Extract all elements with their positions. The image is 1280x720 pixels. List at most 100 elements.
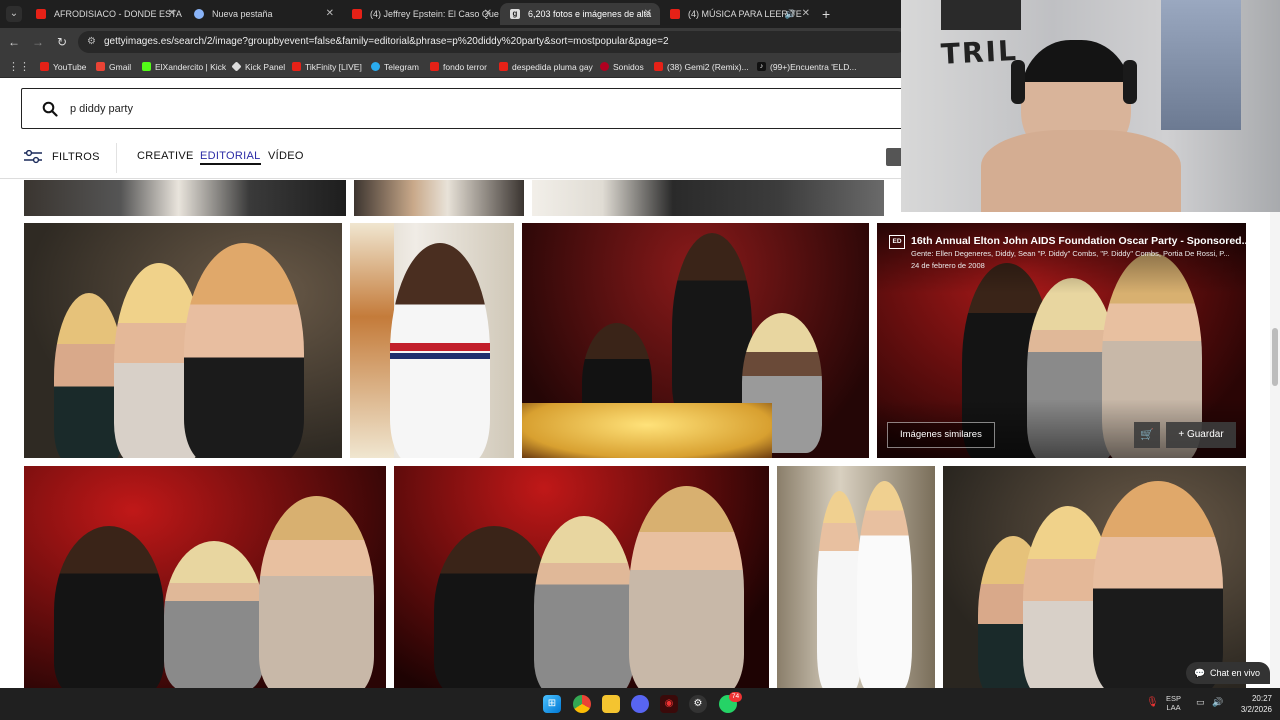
tab-title: 6,203 fotos e imágenes de alta — [528, 9, 652, 19]
scrollbar-thumb[interactable] — [1272, 328, 1278, 386]
page-scrollbar[interactable] — [1270, 180, 1280, 688]
similar-images-button[interactable]: Imágenes similares — [887, 422, 995, 448]
image-people: Gente: Ellen Degeneres, Diddy, Sean "P. … — [911, 249, 1230, 258]
save-button[interactable]: + Guardar — [1166, 422, 1236, 448]
bookmark-telegram[interactable]: Telegram — [371, 56, 419, 78]
image-tile[interactable] — [24, 223, 342, 458]
sliders-icon — [24, 150, 42, 164]
diamond-icon — [231, 61, 242, 72]
tab-nueva-pestana[interactable]: Nueva pestaña ✕ — [184, 3, 342, 25]
tab-jeffrey-epstein[interactable]: (4) Jeffrey Epstein: El Caso Que ✕ — [342, 3, 500, 25]
bookmark-despedida[interactable]: despedida pluma gay — [499, 56, 593, 78]
filters-label: FILTROS — [52, 151, 100, 163]
kick-icon — [142, 62, 151, 71]
bookmark-label: despedida pluma gay — [512, 62, 593, 72]
tab-creative[interactable]: CREATIVE — [137, 150, 194, 162]
close-icon[interactable]: ✕ — [802, 3, 810, 25]
bookmark-gmail[interactable]: Gmail — [96, 56, 131, 78]
image-tile[interactable] — [350, 223, 514, 458]
image-date: 24 de febrero de 2008 — [911, 261, 985, 270]
live-chat-button[interactable]: 💬 Chat en vivo — [1186, 662, 1270, 684]
tab-title: Nueva pestaña — [212, 9, 273, 19]
speaker-icon[interactable]: 🔊 — [785, 3, 796, 25]
windows-start-icon[interactable]: ⊞ — [543, 695, 561, 713]
bookmark-label: Gmail — [109, 62, 132, 72]
image-tile[interactable] — [354, 180, 524, 216]
search-input[interactable] — [70, 98, 670, 120]
clock-date: 3/2/2026 — [1240, 705, 1272, 714]
youtube-icon — [499, 62, 508, 71]
hovered-image-tile[interactable]: ED 16th Annual Elton John AIDS Foundatio… — [877, 223, 1246, 458]
gmail-icon — [96, 62, 105, 71]
sonidos-icon — [600, 62, 609, 71]
notification-badge: 74 — [729, 692, 742, 702]
search-icon[interactable] — [42, 101, 58, 117]
windows-taskbar: ⊞ ◉ ⚙ 74 🎙 ESP LAA ▭ 🔊 20:27 3/2/2026 — [0, 688, 1280, 720]
close-icon[interactable]: ✕ — [326, 3, 334, 25]
image-tile[interactable] — [394, 466, 769, 688]
address-bar[interactable]: ⚙ gettyimages.es/search/2/image?groupbye… — [78, 31, 908, 53]
steam-icon[interactable]: ⚙ — [689, 695, 707, 713]
bookmark-fondo-terror[interactable]: fondo terror — [430, 56, 487, 78]
apps-grid-icon[interactable]: ⋮⋮ — [8, 60, 30, 73]
bookmark-kick-panel[interactable]: Kick Panel — [231, 56, 286, 78]
bookmark-sonidos[interactable]: Sonidos — [600, 56, 644, 78]
youtube-icon — [654, 62, 663, 71]
forward-arrow-icon[interactable]: → — [30, 34, 46, 50]
bookmark-label: TikFinity [LIVE] — [305, 62, 362, 72]
close-icon[interactable]: ✕ — [484, 3, 492, 25]
tab-title: AFRODISIACO - DONDE ESTA E — [54, 9, 184, 19]
tab-search-button[interactable]: ⌄ — [6, 6, 22, 22]
bookmark-kick[interactable]: ElXandercito | Kick — [142, 56, 226, 78]
tab-title: (4) Jeffrey Epstein: El Caso Que — [370, 9, 499, 19]
image-tile[interactable] — [777, 466, 935, 688]
webcam-overlay: TRIL — [901, 0, 1280, 212]
system-clock[interactable]: 20:27 3/2/2026 — [1232, 693, 1272, 715]
tab-video[interactable]: VÍDEO — [268, 150, 304, 162]
network-icon[interactable]: ▭ — [1196, 698, 1205, 707]
image-tile[interactable] — [532, 180, 884, 216]
url-text: gettyimages.es/search/2/image?groupbyeve… — [104, 36, 669, 47]
bookmark-eld[interactable]: ♪ (99+)Encuentra 'ELD... — [757, 56, 856, 78]
close-icon[interactable]: ✕ — [644, 3, 652, 25]
clock-time: 20:27 — [1251, 694, 1272, 703]
microphone-icon[interactable]: 🎙 — [1146, 698, 1159, 708]
close-icon[interactable]: ✕ — [168, 3, 176, 25]
bookmark-youtube[interactable]: YouTube — [40, 56, 86, 78]
image-tile[interactable] — [522, 223, 869, 458]
editorial-badge: ED — [889, 235, 905, 249]
site-info-icon[interactable]: ⚙ — [87, 31, 96, 53]
cart-icon[interactable]: 🛒 — [1134, 422, 1160, 448]
divider — [116, 143, 117, 173]
image-tile[interactable] — [24, 466, 386, 688]
back-arrow-icon[interactable]: ← — [6, 34, 22, 50]
bookmark-label: YouTube — [53, 62, 87, 72]
image-tile[interactable] — [24, 180, 346, 216]
tab-editorial[interactable]: EDITORIAL — [200, 150, 261, 165]
app-red-icon[interactable]: ◉ — [660, 695, 678, 713]
tab-afrodisiaco[interactable]: AFRODISIACO - DONDE ESTA E ✕ — [26, 3, 184, 25]
tab-gettyimages[interactable]: g 6,203 fotos e imágenes de alta ✕ — [500, 3, 660, 25]
new-tab-button[interactable]: + — [822, 4, 830, 24]
youtube-icon — [352, 9, 362, 19]
volume-icon[interactable]: 🔊 — [1212, 698, 1223, 707]
bookmark-label: (99+)Encuentra 'ELD... — [770, 62, 857, 72]
bookmark-gemi2[interactable]: (38) Gemi2 (Remix)... — [654, 56, 749, 78]
bookmark-label: (38) Gemi2 (Remix)... — [667, 62, 749, 72]
chrome-icon[interactable] — [573, 695, 591, 713]
file-explorer-icon[interactable] — [602, 695, 620, 713]
language-indicator[interactable]: ESP LAA — [1166, 694, 1181, 712]
bookmark-label: Telegram — [384, 62, 419, 72]
bookmark-tikfinity[interactable]: TikFinity [LIVE] — [292, 56, 362, 78]
discord-icon[interactable] — [631, 695, 649, 713]
tiktok-icon: ♪ — [757, 62, 766, 71]
reload-icon[interactable]: ↻ — [54, 34, 70, 50]
bookmark-label: ElXandercito | Kick — [155, 62, 227, 72]
image-title[interactable]: 16th Annual Elton John AIDS Foundation O… — [911, 235, 1246, 247]
tab-musica[interactable]: (4) MÚSICA PARA LEER TE 🔊 ✕ — [660, 3, 818, 25]
filters-button[interactable]: FILTROS — [24, 149, 100, 167]
getty-favicon-icon: g — [510, 9, 520, 19]
image-tile[interactable] — [943, 466, 1246, 688]
layout-code: LAA — [1166, 703, 1181, 712]
bookmark-label: Kick Panel — [245, 62, 286, 72]
